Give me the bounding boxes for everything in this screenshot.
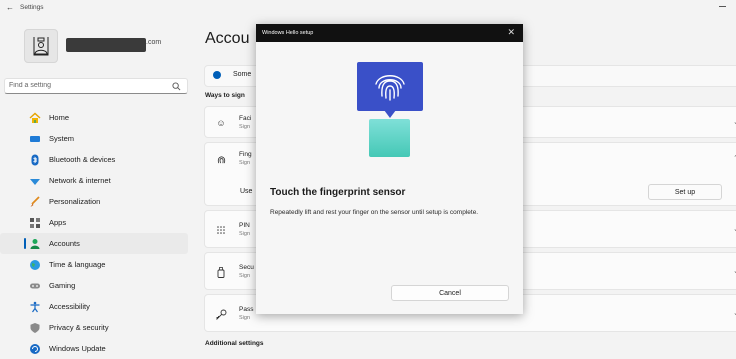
fingerprint-illustration xyxy=(357,62,423,111)
dialog-title: Windows Hello setup xyxy=(262,30,314,36)
apps-icon xyxy=(29,217,41,229)
search-icon[interactable] xyxy=(172,82,181,91)
option-subtitle: Sign xyxy=(239,160,251,166)
accessibility-icon xyxy=(29,301,41,313)
title-bar: ← Settings xyxy=(0,0,736,16)
avatar[interactable] xyxy=(24,29,58,63)
sidebar-item-label: Gaming xyxy=(49,281,76,290)
dialog-body: Repeatedly lift and rest your finger on … xyxy=(270,209,479,216)
sidebar-item-label: Home xyxy=(49,113,70,122)
cancel-button[interactable]: Cancel xyxy=(391,285,509,301)
option-title: Fing xyxy=(239,151,252,158)
sidebar-item-apps[interactable]: Apps xyxy=(0,212,188,233)
user-icon xyxy=(33,37,49,56)
sidebar-item-gaming[interactable]: Gaming xyxy=(0,275,188,296)
network-icon xyxy=(29,175,41,187)
section-heading: Ways to sign xyxy=(205,92,245,99)
option-subtitle: Sign xyxy=(239,231,251,237)
fingerprint-icon xyxy=(215,153,227,165)
sidebar-item-label: Time & language xyxy=(49,260,106,269)
sidebar-item-home[interactable]: Home xyxy=(0,107,188,128)
sidebar-item-time-language[interactable]: Time & language xyxy=(0,254,188,275)
usb-key-icon xyxy=(215,266,227,278)
page-title: Accou xyxy=(205,30,250,47)
dialog-heading: Touch the fingerprint sensor xyxy=(270,187,406,198)
sidebar-item-label: Personalization xyxy=(49,197,101,206)
sidebar-item-network[interactable]: Network & internet xyxy=(0,170,188,191)
option-title: PIN xyxy=(239,222,250,229)
sidebar-item-label: System xyxy=(49,134,75,143)
search-box[interactable] xyxy=(4,78,188,94)
accounts-icon xyxy=(29,238,41,250)
sidebar-item-label: Bluetooth & devices xyxy=(49,155,116,164)
info-icon xyxy=(213,71,221,79)
sidebar-item-label: Network & internet xyxy=(49,176,111,185)
info-text: Some xyxy=(233,71,252,78)
system-icon xyxy=(29,133,41,145)
back-arrow-icon[interactable]: ← xyxy=(6,3,14,12)
minimize-icon[interactable] xyxy=(718,2,728,10)
fingerprint-use-label: Use xyxy=(240,188,253,195)
additional-settings-heading: Additional settings xyxy=(205,340,264,347)
window-title: Settings xyxy=(20,4,44,11)
search-input[interactable] xyxy=(9,82,169,89)
set-up-button[interactable]: Set up xyxy=(648,184,722,200)
sidebar-item-label: Accessibility xyxy=(49,302,90,311)
sensor-illustration xyxy=(369,119,410,157)
gaming-icon xyxy=(29,280,41,292)
bluetooth-icon xyxy=(29,154,41,166)
home-icon xyxy=(29,112,41,124)
sidebar-item-label: Privacy & security xyxy=(49,323,109,332)
sidebar-item-accessibility[interactable]: Accessibility xyxy=(0,296,188,317)
windows-hello-dialog: Windows Hello setup ✕ Touch the fingerpr… xyxy=(256,24,523,314)
sidebar-item-accounts[interactable]: Accounts xyxy=(0,233,188,254)
sidebar-item-label: Accounts xyxy=(49,239,80,248)
dialog-header: Windows Hello setup ✕ xyxy=(256,24,523,42)
option-title: Faci xyxy=(239,115,252,122)
user-email-suffix: .com xyxy=(146,39,162,46)
fingerprint-icon xyxy=(375,75,405,101)
option-title: Pass xyxy=(239,306,254,313)
globe-icon xyxy=(29,259,41,271)
option-subtitle: Sign xyxy=(239,315,251,321)
sidebar-item-system[interactable]: System xyxy=(0,128,188,149)
brush-icon xyxy=(29,195,41,208)
face-icon: ☺ xyxy=(216,118,226,128)
option-title: Secu xyxy=(239,264,254,271)
sidebar-item-label: Windows Update xyxy=(49,344,106,353)
option-subtitle: Sign xyxy=(239,273,251,279)
option-subtitle: Sign xyxy=(239,124,251,130)
sidebar-item-personalization[interactable]: Personalization xyxy=(0,191,188,212)
sidebar: .com Home System Bluetooth & devices xyxy=(0,16,196,354)
nav-list: Home System Bluetooth & devices Network … xyxy=(0,107,196,359)
pin-keypad-icon xyxy=(215,224,227,236)
sidebar-item-windows-update[interactable]: Windows Update xyxy=(0,338,188,359)
update-icon xyxy=(29,343,41,355)
shield-icon xyxy=(29,322,41,334)
illustration-pointer xyxy=(384,110,396,118)
sidebar-item-label: Apps xyxy=(49,218,67,227)
sidebar-item-privacy-security[interactable]: Privacy & security xyxy=(0,317,188,338)
close-icon[interactable]: ✕ xyxy=(507,27,515,38)
redacted-user-name xyxy=(66,38,146,52)
sidebar-item-bluetooth[interactable]: Bluetooth & devices xyxy=(0,149,188,170)
key-icon xyxy=(215,308,227,320)
